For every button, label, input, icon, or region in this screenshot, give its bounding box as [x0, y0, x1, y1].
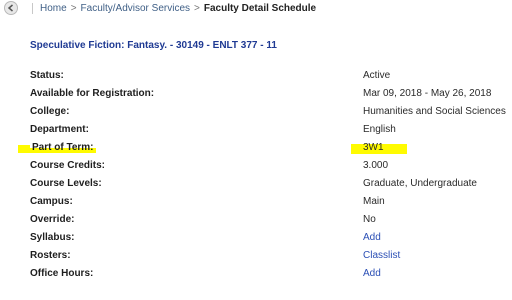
- breadcrumb-separator: >: [70, 3, 77, 14]
- highlight-mark: [18, 145, 30, 153]
- override-value: No: [363, 214, 376, 225]
- detail-row-part-of-term: Part of Term: 3W1: [18, 139, 512, 157]
- detail-row-department: Department: English: [30, 121, 512, 139]
- breadcrumb-services-link[interactable]: Faculty/Advisor Services: [81, 3, 190, 14]
- syllabus-add-link[interactable]: Add: [363, 229, 381, 247]
- detail-row-status: Status: Active: [30, 67, 512, 85]
- toolbar-divider: [32, 3, 33, 14]
- part-of-term-value-wrap: 3W1: [351, 139, 407, 157]
- detail-row-credits: Course Credits: 3.000: [30, 157, 512, 175]
- detail-row-override: Override: No: [30, 211, 512, 229]
- status-value: Active: [363, 70, 391, 81]
- breadcrumb-home-link[interactable]: Home: [40, 3, 67, 14]
- syllabus-label: Syllabus:: [30, 232, 75, 243]
- office-hours-label: Office Hours:: [30, 268, 94, 279]
- levels-label: Course Levels:: [30, 178, 102, 189]
- detail-row-levels: Course Levels: Graduate, Undergraduate: [30, 175, 512, 193]
- rosters-label: Rosters:: [30, 250, 71, 261]
- override-label: Override:: [30, 214, 75, 225]
- credits-value: 3.000: [363, 160, 389, 171]
- course-title: Speculative Fiction: Fantasy. - 30149 - …: [30, 40, 277, 51]
- college-label: College:: [30, 106, 70, 117]
- classlist-link[interactable]: Classlist: [363, 247, 400, 265]
- credits-label: Course Credits:: [30, 160, 106, 171]
- status-label: Status:: [30, 70, 64, 81]
- breadcrumb-separator: >: [194, 3, 200, 14]
- detail-row-registration: Available for Registration: Mar 09, 2018…: [30, 85, 512, 103]
- detail-row-campus: Campus: Main: [30, 193, 512, 211]
- top-navigation-bar: Home > Faculty/Advisor Services > Facult…: [0, 0, 512, 17]
- arrow-left-icon: [7, 4, 13, 12]
- campus-value: Main: [363, 196, 385, 207]
- office-hours-add-link[interactable]: Add: [363, 265, 381, 283]
- registration-value: Mar 09, 2018 - May 26, 2018: [363, 88, 492, 99]
- campus-label: Campus:: [30, 196, 73, 207]
- detail-row-syllabus: Syllabus: Add: [30, 229, 512, 247]
- department-label: Department:: [30, 124, 89, 135]
- back-button[interactable]: [4, 1, 18, 15]
- detail-row-rosters: Rosters: Classlist: [30, 247, 512, 265]
- part-of-term-label-wrap: Part of Term:: [18, 139, 96, 157]
- detail-row-office-hours: Office Hours: Add: [30, 265, 512, 283]
- registration-label: Available for Registration:: [30, 88, 155, 99]
- part-of-term-value: 3W1: [363, 142, 384, 153]
- course-detail-table: Status: Active Available for Registratio…: [18, 67, 512, 283]
- breadcrumb: Home > Faculty/Advisor Services > Facult…: [40, 3, 316, 14]
- part-of-term-label: Part of Term:: [30, 142, 96, 153]
- levels-value: Graduate, Undergraduate: [363, 178, 477, 189]
- breadcrumb-current-page: Faculty Detail Schedule: [203, 3, 317, 14]
- department-value: English: [363, 124, 396, 135]
- detail-row-college: College: Humanities and Social Sciences: [30, 103, 512, 121]
- college-value: Humanities and Social Sciences: [363, 106, 506, 117]
